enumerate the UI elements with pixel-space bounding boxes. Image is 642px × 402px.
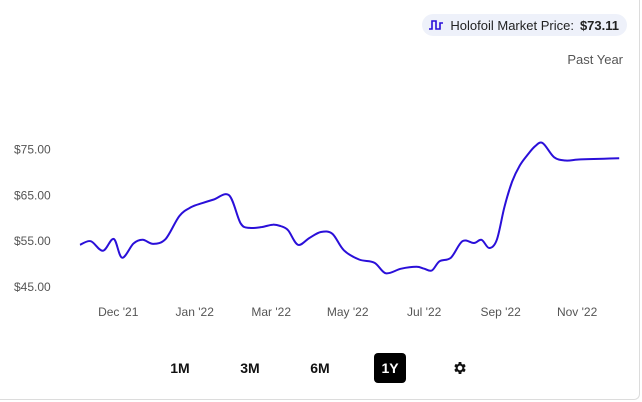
y-tick-label: $75.00 [14,143,51,157]
gear-icon [454,362,466,374]
range-button-1y[interactable]: 1Y [374,353,406,383]
range-controls: 1M 3M 6M 1Y [0,352,640,384]
y-tick-label: $45.00 [14,280,51,294]
price-series-line [79,141,620,275]
range-button-1m[interactable]: 1M [164,353,196,383]
range-button-3m[interactable]: 3M [234,353,266,383]
price-chart: $75.00 $65.00 $55.00 $45.00 Dec '21 Jan '22 Ma… [14,141,620,319]
x-tick-label: Nov '22 [557,305,598,319]
settings-button[interactable] [444,353,476,383]
x-tick-label: Jul '22 [407,305,442,319]
x-tick-label: May '22 [327,305,369,319]
x-tick-label: Sep '22 [480,305,521,319]
price-history-card: Holofoil Market Price: $73.11 Past Year … [0,0,640,400]
x-tick-label: Dec '21 [98,305,139,319]
x-tick-label: Jan '22 [176,305,215,319]
y-tick-label: $65.00 [14,188,51,202]
range-button-6m[interactable]: 6M [304,353,336,383]
x-tick-label: Mar '22 [251,305,291,319]
y-tick-label: $55.00 [14,234,51,248]
